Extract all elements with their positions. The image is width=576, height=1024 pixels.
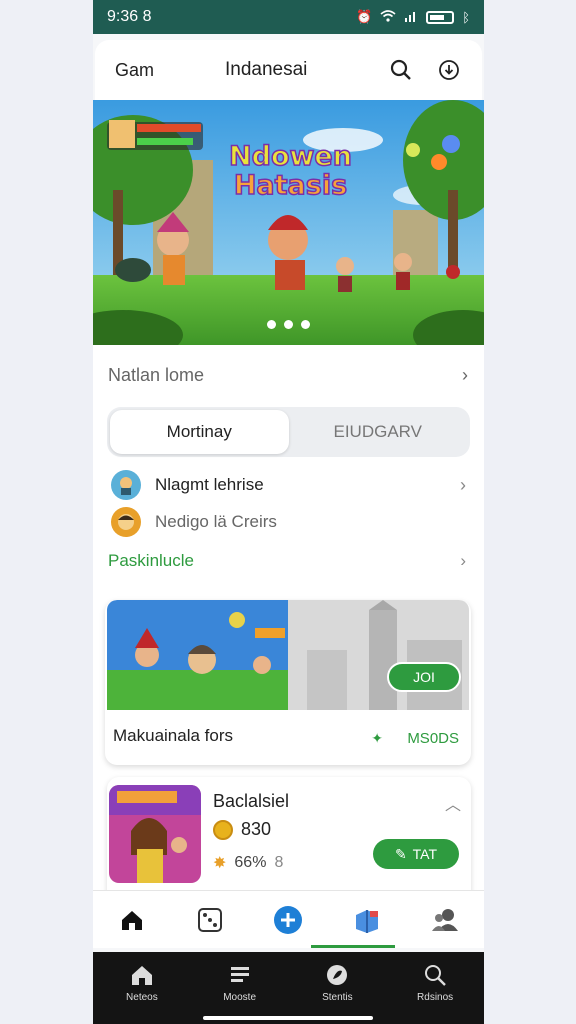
avatar bbox=[111, 470, 141, 500]
bottom-tab-bar bbox=[93, 890, 484, 948]
chevron-right-icon[interactable]: › bbox=[460, 551, 466, 571]
banner-artwork bbox=[93, 100, 484, 345]
phone-screen: 9:36 8 ⏰ ᛒ Gam Indanesai Ndowen Hatasis … bbox=[93, 0, 484, 1024]
friends-icon[interactable] bbox=[425, 900, 465, 940]
status-bar: 9:36 8 ⏰ ᛒ bbox=[93, 0, 484, 34]
list-item[interactable]: Nedigo lä Creirs bbox=[111, 507, 466, 537]
segmented-control: Mortinay EIUDGARV bbox=[107, 407, 470, 457]
nav-item-menu[interactable]: Mooste bbox=[205, 962, 275, 1024]
add-icon[interactable] bbox=[268, 900, 308, 940]
burst-icon: ✸ bbox=[213, 855, 227, 872]
join-button[interactable]: JOI bbox=[387, 662, 461, 692]
nav-item-search[interactable]: Rdsinos bbox=[400, 962, 470, 1024]
game-detail-card[interactable]: Baclalsiel ︿ 830 ✸ 66% 8 ✎ TAT bbox=[107, 777, 471, 902]
game-card-title: Makuainala fors bbox=[113, 726, 234, 745]
carousel-dot[interactable] bbox=[301, 320, 310, 329]
green-link[interactable]: Paskinlucle › bbox=[108, 551, 466, 571]
coin-value: 830 bbox=[241, 819, 272, 839]
game-name: Baclalsiel bbox=[213, 791, 290, 811]
bluetooth-icon: ᛒ bbox=[462, 9, 470, 25]
dice-icon[interactable] bbox=[190, 900, 230, 940]
signal-icon bbox=[404, 10, 418, 25]
home-icon bbox=[129, 962, 155, 988]
nav-label: Neteos bbox=[126, 992, 158, 1003]
nav-item-home[interactable]: Neteos bbox=[107, 962, 177, 1024]
list-icon bbox=[227, 962, 253, 988]
list-item[interactable]: Nlagmt lehrise › bbox=[111, 470, 466, 500]
search-icon[interactable] bbox=[388, 57, 414, 83]
coin-balance: 830 bbox=[213, 819, 271, 840]
list-item-label: Nlagmt lehrise bbox=[155, 475, 264, 494]
chevron-right-icon[interactable]: › bbox=[460, 475, 466, 496]
edit-icon: ✎ bbox=[394, 845, 407, 862]
home-indicator[interactable] bbox=[203, 1016, 373, 1020]
nav-label: Rdsinos bbox=[417, 992, 454, 1003]
segment-first[interactable]: Mortinay bbox=[110, 410, 289, 454]
leaf-circle-icon bbox=[324, 962, 350, 988]
battery-icon bbox=[426, 10, 455, 24]
section-header[interactable]: Natlan lome › bbox=[108, 365, 468, 386]
nav-label: Stentis bbox=[322, 992, 353, 1003]
app-header: Gam Indanesai bbox=[95, 40, 482, 100]
active-tab-indicator bbox=[311, 945, 395, 948]
banner-game-title: Ndowen Hatasis bbox=[228, 141, 352, 201]
alarm-icon: ⏰ bbox=[356, 9, 373, 24]
action-label: TAT bbox=[412, 846, 438, 862]
wifi-icon bbox=[380, 9, 396, 25]
nav-label: Mooste bbox=[223, 992, 257, 1003]
coin-icon bbox=[213, 819, 233, 840]
list-item-label: Nedigo lä Creirs bbox=[155, 512, 277, 531]
chevron-right-icon[interactable]: › bbox=[462, 365, 468, 386]
percent-suffix: 8 bbox=[274, 854, 284, 871]
game-card-more[interactable]: MS0DS bbox=[407, 730, 459, 747]
percent-value: 66% bbox=[234, 854, 267, 871]
action-button[interactable]: ✎ TAT bbox=[373, 839, 459, 869]
gift-box-icon[interactable] bbox=[347, 900, 387, 940]
carousel-dot[interactable] bbox=[284, 320, 293, 329]
link-label: Paskinlucle bbox=[108, 551, 194, 570]
game-percent: ✸ 66% 8 bbox=[213, 853, 283, 873]
segment-second[interactable]: EIUDGARV bbox=[289, 410, 468, 454]
chevron-up-icon[interactable]: ︿ bbox=[445, 791, 461, 815]
page-title: Indanesai bbox=[225, 59, 308, 80]
main-content: Natlan lome › Mortinay EIUDGARV Nlagmt l… bbox=[93, 345, 484, 902]
carousel-dots[interactable] bbox=[93, 320, 484, 329]
avatar bbox=[111, 507, 141, 537]
header-left-label[interactable]: Gam bbox=[115, 60, 225, 81]
search-icon bbox=[422, 962, 448, 988]
game-card[interactable]: JOI Makuainala fors ✦ MS0DS bbox=[105, 600, 471, 765]
download-icon[interactable] bbox=[436, 57, 462, 83]
sparkle-icon: ✦ bbox=[371, 730, 383, 746]
carousel-dot[interactable] bbox=[267, 320, 276, 329]
nav-item-stats[interactable]: Stentis bbox=[302, 962, 372, 1024]
section-title: Natlan lome bbox=[108, 365, 205, 385]
featured-banner[interactable]: Ndowen Hatasis bbox=[93, 100, 484, 345]
game-card-image: JOI bbox=[107, 600, 469, 710]
home-icon[interactable] bbox=[112, 900, 152, 940]
bottom-nav: Neteos Mooste Stentis Rdsinos bbox=[93, 952, 484, 1024]
status-time: 9:36 8 bbox=[107, 8, 152, 25]
game-thumbnail bbox=[109, 785, 201, 883]
